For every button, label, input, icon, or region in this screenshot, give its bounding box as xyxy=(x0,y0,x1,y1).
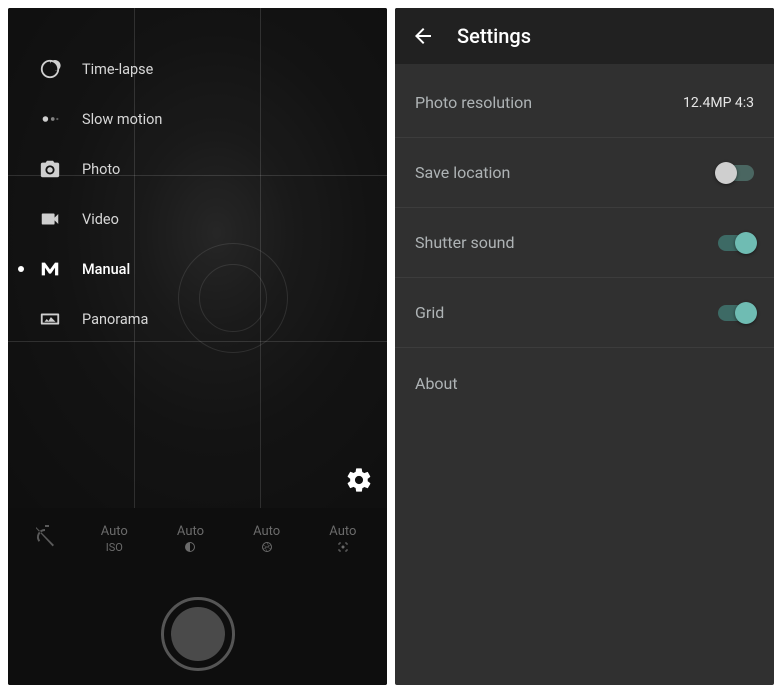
settings-button[interactable] xyxy=(345,466,373,494)
shutter-inner xyxy=(171,607,225,661)
setting-about[interactable]: About xyxy=(395,348,774,418)
mode-label: Slow motion xyxy=(82,111,162,128)
focus-icon xyxy=(337,541,349,556)
manual-controls-row: Auto ISO Auto Auto Auto xyxy=(8,518,387,556)
setting-label: Grid xyxy=(415,303,444,322)
camera-viewfinder[interactable]: Time-lapse Slow motion Photo Video xyxy=(8,8,387,508)
mode-label: Manual xyxy=(82,261,130,278)
focus-control[interactable]: Auto xyxy=(313,524,373,556)
setting-photo-resolution[interactable]: Photo resolution 12.4MP 4:3 xyxy=(395,68,774,138)
aperture-control[interactable]: Auto xyxy=(237,524,297,556)
setting-label: Shutter sound xyxy=(415,233,515,252)
contrast-icon xyxy=(184,541,196,556)
aperture-icon xyxy=(261,541,273,556)
setting-label: About xyxy=(415,374,458,393)
settings-screen: Settings Photo resolution 12.4MP 4:3 Sav… xyxy=(395,8,774,685)
control-value: Auto xyxy=(101,524,128,539)
setting-shutter-sound[interactable]: Shutter sound xyxy=(395,208,774,278)
page-title: Settings xyxy=(457,24,531,48)
camera-screen: Time-lapse Slow motion Photo Video xyxy=(8,8,387,685)
setting-label: Save location xyxy=(415,163,510,182)
panorama-icon xyxy=(38,307,62,331)
mode-label: Time-lapse xyxy=(82,61,153,78)
mode-panorama[interactable]: Panorama xyxy=(8,294,238,344)
photo-icon xyxy=(38,157,62,181)
settings-list: Photo resolution 12.4MP 4:3 Save locatio… xyxy=(395,64,774,418)
mode-photo[interactable]: Photo xyxy=(8,144,238,194)
video-icon xyxy=(38,207,62,231)
setting-grid[interactable]: Grid xyxy=(395,278,774,348)
control-value: Auto xyxy=(329,524,356,539)
exposure-control[interactable]: Auto xyxy=(160,524,220,556)
slowmotion-icon xyxy=(38,107,62,131)
manual-icon xyxy=(38,257,62,281)
mode-label: Video xyxy=(82,211,119,228)
camera-bottom-bar: Auto ISO Auto Auto Auto xyxy=(8,508,387,685)
timer-off-icon[interactable] xyxy=(22,524,68,548)
mode-timelapse[interactable]: Time-lapse xyxy=(8,44,238,94)
timelapse-icon xyxy=(38,57,62,81)
camera-mode-menu: Time-lapse Slow motion Photo Video xyxy=(8,32,238,356)
back-button[interactable] xyxy=(411,24,435,48)
iso-control[interactable]: Auto ISO xyxy=(84,524,144,554)
control-value: Auto xyxy=(253,524,280,539)
setting-save-location[interactable]: Save location xyxy=(395,138,774,208)
setting-value: 12.4MP 4:3 xyxy=(683,95,754,111)
shutter-button[interactable] xyxy=(161,597,235,671)
mode-slowmotion[interactable]: Slow motion xyxy=(8,94,238,144)
toggle-grid[interactable] xyxy=(718,305,754,321)
mode-manual[interactable]: Manual xyxy=(8,244,238,294)
app-bar: Settings xyxy=(395,8,774,64)
toggle-save-location[interactable] xyxy=(718,165,754,181)
control-sub: ISO xyxy=(106,541,123,554)
control-value: Auto xyxy=(177,524,204,539)
setting-label: Photo resolution xyxy=(415,93,532,112)
toggle-shutter-sound[interactable] xyxy=(718,235,754,251)
mode-label: Photo xyxy=(82,161,120,178)
mode-label: Panorama xyxy=(82,311,148,328)
active-mode-dot xyxy=(18,266,24,272)
mode-video[interactable]: Video xyxy=(8,194,238,244)
